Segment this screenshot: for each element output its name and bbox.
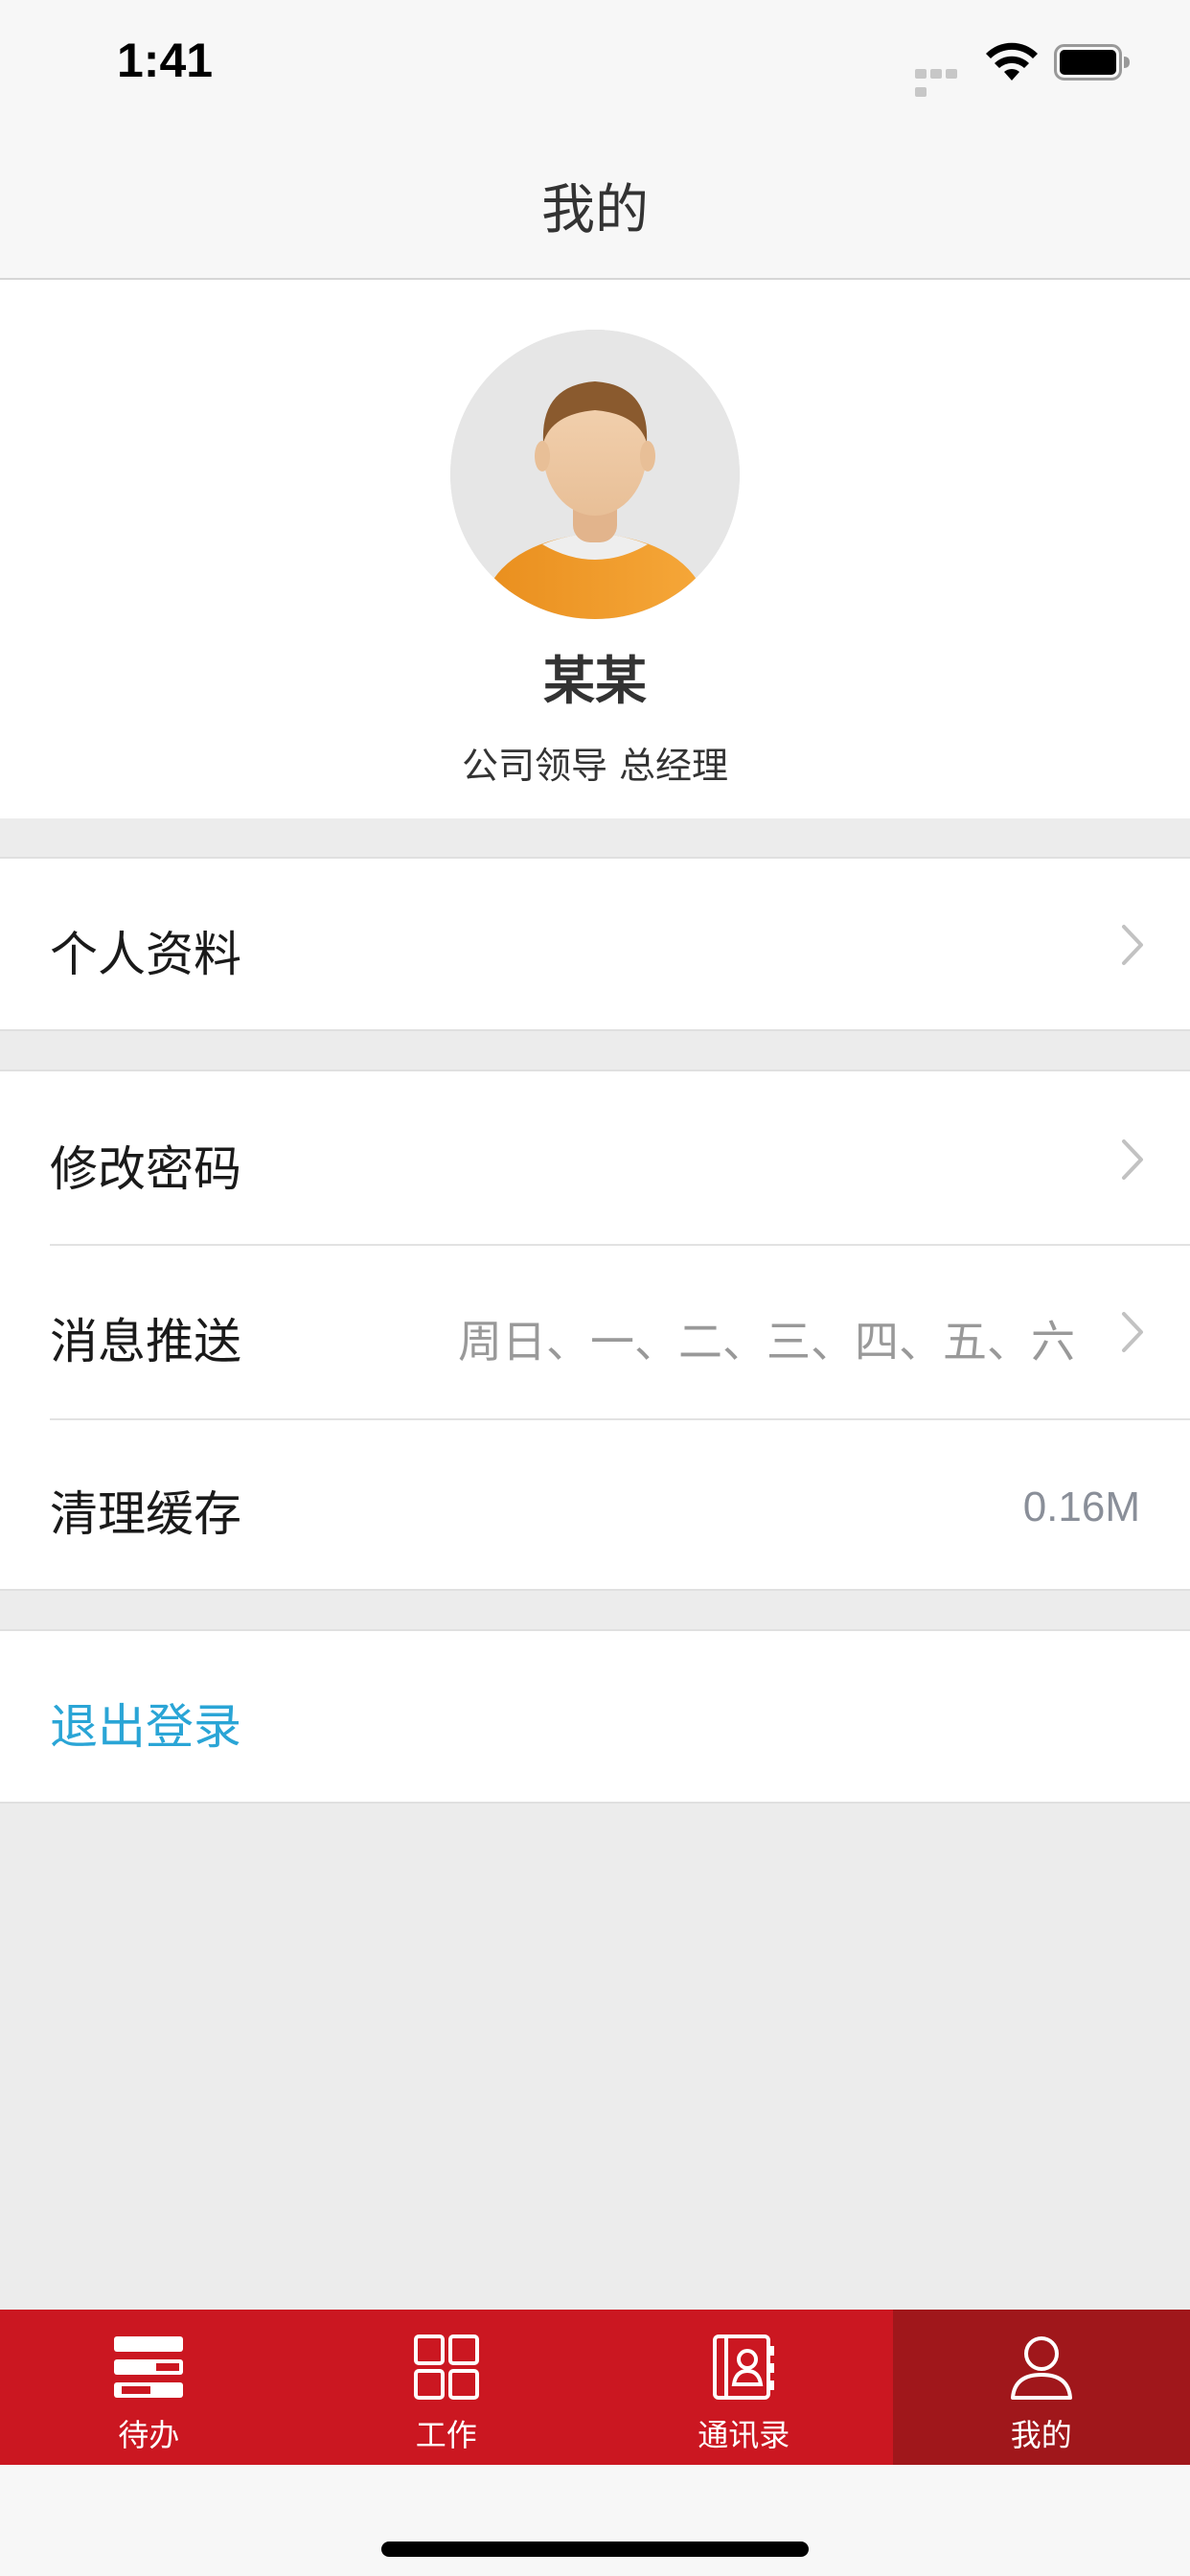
cellular-signal-icon xyxy=(915,69,973,97)
clear-cache-label: 清理缓存 xyxy=(50,1486,241,1542)
chevron-right-icon xyxy=(1122,925,1143,965)
user-name: 某某 xyxy=(543,651,647,711)
logout-button[interactable]: 退出登录 xyxy=(50,1689,241,1758)
tab-work-label: 工作 xyxy=(415,2417,477,2453)
settings-group: 修改密码 消息推送 周日、一、二、三、四、五、六 清理缓存 0.16M xyxy=(0,1070,1190,1591)
avatar[interactable] xyxy=(450,330,740,619)
push-messages-value: 周日、一、二、三、四、五、六 xyxy=(458,1316,1075,1368)
wifi-icon xyxy=(986,42,1038,80)
tab-todo[interactable]: 待办 xyxy=(0,2310,298,2465)
cache-size-value: 0.16M xyxy=(1022,1484,1140,1530)
tab-work[interactable]: 工作 xyxy=(298,2310,596,2465)
push-messages-row[interactable]: 消息推送 周日、一、二、三、四、五、六 xyxy=(0,1246,1190,1418)
page-title: 我的 xyxy=(541,179,649,242)
change-password-row[interactable]: 修改密码 xyxy=(0,1071,1190,1244)
clear-cache-row[interactable]: 清理缓存 0.16M xyxy=(0,1420,1190,1591)
contacts-icon xyxy=(713,2334,775,2400)
push-messages-label: 消息推送 xyxy=(50,1314,241,1369)
home-indicator[interactable] xyxy=(381,2542,809,2557)
profile-card: 某某 公司领导 总经理 xyxy=(0,280,1190,818)
tab-todo-label: 待办 xyxy=(118,2417,180,2453)
avatar-image xyxy=(450,330,740,619)
person-icon xyxy=(1010,2336,1072,2400)
status-bar: 1:41 xyxy=(0,0,1190,126)
chevron-right-icon xyxy=(1122,1312,1143,1352)
change-password-label: 修改密码 xyxy=(50,1141,241,1197)
tab-contacts[interactable]: 通讯录 xyxy=(595,2310,893,2465)
personal-info-label: 个人资料 xyxy=(50,927,241,982)
tab-mine-label: 我的 xyxy=(1010,2417,1072,2453)
personal-info-row[interactable]: 个人资料 xyxy=(0,857,1190,1031)
status-time: 1:41 xyxy=(117,34,214,87)
tab-mine[interactable]: 我的 xyxy=(892,2310,1190,2465)
battery-icon xyxy=(1054,44,1130,80)
navigation-bar: 我的 xyxy=(0,126,1190,280)
tab-contacts-label: 通讯录 xyxy=(698,2417,790,2453)
user-role: 公司领导 总经理 xyxy=(461,745,729,787)
logout-row[interactable]: 退出登录 xyxy=(0,1629,1190,1804)
tab-bar: 待办 工作 通讯录 我的 xyxy=(0,2310,1190,2465)
chevron-right-icon xyxy=(1122,1139,1143,1180)
home-indicator-area xyxy=(0,2465,1190,2576)
todo-list-icon xyxy=(114,2336,184,2398)
grid-icon xyxy=(413,2334,479,2400)
